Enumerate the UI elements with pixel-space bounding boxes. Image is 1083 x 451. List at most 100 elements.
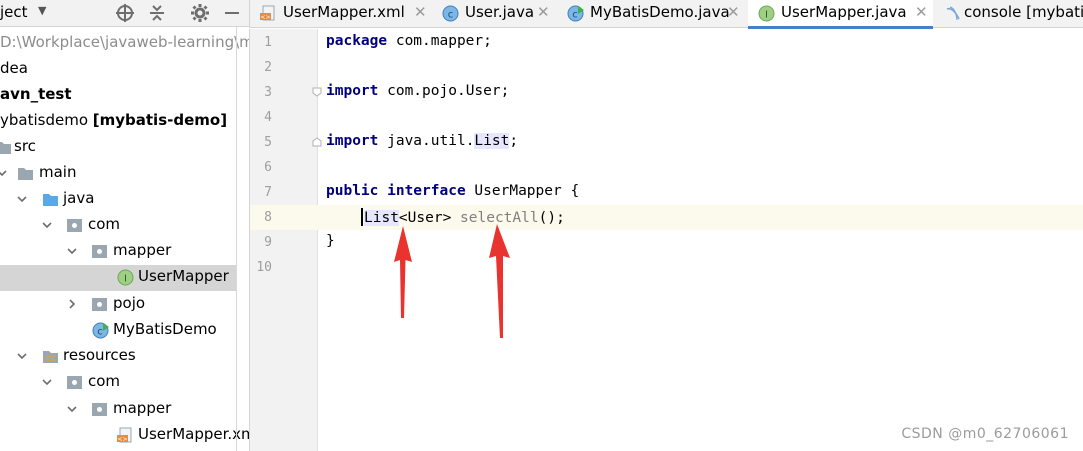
tree-item-label: MyBatisDemo	[113, 320, 217, 338]
tab-mybatisdemo-java[interactable]: c MyBatisDemo.java ✕	[557, 0, 746, 28]
code-line-1: package com.mapper;	[326, 33, 492, 49]
fold-marker-icon[interactable]	[312, 137, 322, 147]
package-icon	[67, 219, 82, 232]
tab-label: User.java	[465, 3, 535, 21]
tree-item-label: UserMapper	[138, 267, 229, 285]
svg-text:c: c	[572, 10, 578, 21]
source-folder-icon	[43, 194, 58, 206]
code-token: com.pojo.User;	[378, 83, 510, 99]
tab-user-java[interactable]: c User.java ✕	[432, 0, 557, 28]
project-toolbar: ject ▼	[0, 0, 249, 27]
tree-item-project-path[interactable]: D:\Workplace\javaweb-learning\m	[0, 31, 249, 57]
tree-item-label: mapper	[113, 241, 172, 259]
tree-item-usermapper[interactable]: I UserMapper	[0, 265, 236, 291]
svg-text:<>: <>	[117, 436, 127, 443]
tree-item-com-resources[interactable]: com	[0, 370, 236, 396]
svg-text:<>: <>	[260, 14, 270, 21]
tree-item-src[interactable]: src	[0, 135, 236, 161]
keyword-token: public	[326, 183, 379, 199]
chevron-down-icon[interactable]	[17, 194, 27, 204]
tree-item-label: resources	[63, 346, 136, 364]
watermark: CSDN @m0_62706061	[901, 426, 1069, 442]
highlighted-usage-token: List	[364, 210, 399, 226]
text-cursor	[361, 208, 363, 226]
tree-item-java[interactable]: java	[0, 187, 236, 213]
collapse-all-icon[interactable]	[147, 3, 167, 23]
tab-label: console [mybatis	[964, 3, 1083, 21]
tree-item-label: com	[88, 372, 121, 390]
keyword-token: interface	[378, 183, 466, 199]
keyword-token: import	[326, 83, 379, 99]
chevron-down-icon[interactable]	[17, 351, 27, 361]
line-number: 2	[264, 60, 272, 75]
line-number: 10	[256, 260, 272, 275]
project-scrollbar[interactable]	[236, 27, 237, 451]
tree-item-label: pojo	[113, 294, 146, 312]
close-icon[interactable]: ✕	[727, 3, 740, 21]
tree-item-idea[interactable]: dea	[0, 57, 236, 83]
fold-marker-icon[interactable]	[312, 87, 322, 97]
console-icon	[946, 6, 960, 21]
tab-usermapper-xml[interactable]: <> UserMapper.xml ✕	[250, 0, 430, 28]
tree-item-pojo[interactable]: pojo	[0, 292, 236, 318]
tree-item-mapper-resources[interactable]: mapper	[0, 397, 236, 423]
svg-text:I: I	[124, 274, 127, 285]
locate-target-icon[interactable]	[115, 3, 135, 23]
code-line-8: List<User> selectAll();	[361, 208, 565, 226]
tree-item-resources[interactable]: resources	[0, 344, 236, 370]
folder-icon	[18, 168, 33, 180]
chevron-down-icon[interactable]	[67, 246, 77, 256]
keyword-token: package	[326, 33, 388, 49]
tab-usermapper-java[interactable]: I UserMapper.java ✕	[748, 0, 933, 29]
tree-item-label: D:\Workplace\javaweb-learning\m	[0, 33, 249, 51]
chevron-down-icon[interactable]	[42, 220, 52, 230]
svg-text:I: I	[765, 10, 768, 21]
editor-tab-bar: <> UserMapper.xml ✕ c User.java ✕ c MyBa…	[249, 0, 1083, 29]
code-editor[interactable]: 1 2 3 4 5 6 7 8 9 10 package com.mapper;…	[249, 29, 1083, 451]
tree-item-label: avn_test	[0, 85, 72, 103]
xml-file-icon: <>	[117, 427, 132, 443]
xml-file-icon: <>	[260, 5, 275, 21]
runnable-class-icon: c	[92, 322, 109, 339]
line-number: 6	[264, 160, 272, 175]
code-token: UserMapper {	[465, 183, 580, 199]
project-panel: ject ▼ D:\Workplace\javaweb-learning\m d…	[0, 0, 249, 451]
code-token: ();	[538, 210, 565, 226]
tree-item-label-group: ybatisdemo [mybatis-demo]	[0, 111, 227, 129]
tree-item-mybatisdemo-class[interactable]: c MyBatisDemo	[0, 318, 236, 344]
tree-item-usermapper-xml[interactable]: <> UserMapper.xml	[0, 423, 249, 449]
tree-item-label: java	[63, 189, 95, 207]
tree-item-main[interactable]: main	[0, 161, 236, 187]
close-icon[interactable]: ✕	[414, 3, 427, 21]
chevron-down-icon[interactable]: ▼	[38, 4, 46, 17]
gear-icon[interactable]	[190, 3, 210, 23]
chevron-right-icon[interactable]	[67, 299, 77, 309]
project-view-title[interactable]: ject	[0, 3, 28, 21]
chevron-down-icon[interactable]	[0, 168, 7, 178]
tree-item-label: UserMapper.xml	[138, 425, 249, 443]
code-line-5: import java.util.List;	[326, 133, 518, 149]
code-token: }	[326, 233, 335, 249]
tab-console[interactable]: console [mybatis	[935, 0, 1083, 28]
package-icon	[92, 403, 107, 416]
line-number: 3	[264, 85, 272, 100]
svg-text:c: c	[448, 10, 454, 21]
unused-method-token: selectAll	[460, 210, 539, 226]
minimize-icon[interactable]	[222, 3, 242, 23]
tree-item-mybatisdemo[interactable]: ybatisdemo [mybatis-demo]	[0, 109, 236, 135]
tree-item-label: mapper	[113, 399, 172, 417]
svg-text:c: c	[97, 327, 103, 338]
tree-item-label: dea	[0, 59, 28, 77]
close-icon[interactable]: ✕	[537, 3, 550, 21]
tree-item-mvn-test[interactable]: avn_test	[0, 83, 236, 109]
tree-item-com[interactable]: com	[0, 213, 236, 239]
tree-item-label: com	[88, 215, 121, 233]
close-icon[interactable]: ✕	[915, 3, 928, 21]
tree-item-label: src	[14, 137, 36, 155]
chevron-down-icon[interactable]	[42, 377, 52, 387]
tab-label: MyBatisDemo.java	[590, 3, 730, 21]
line-number: 1	[264, 35, 272, 50]
tree-item-mapper[interactable]: mapper	[0, 239, 236, 265]
keyword-token: import	[326, 133, 379, 149]
chevron-down-icon[interactable]	[67, 404, 77, 414]
